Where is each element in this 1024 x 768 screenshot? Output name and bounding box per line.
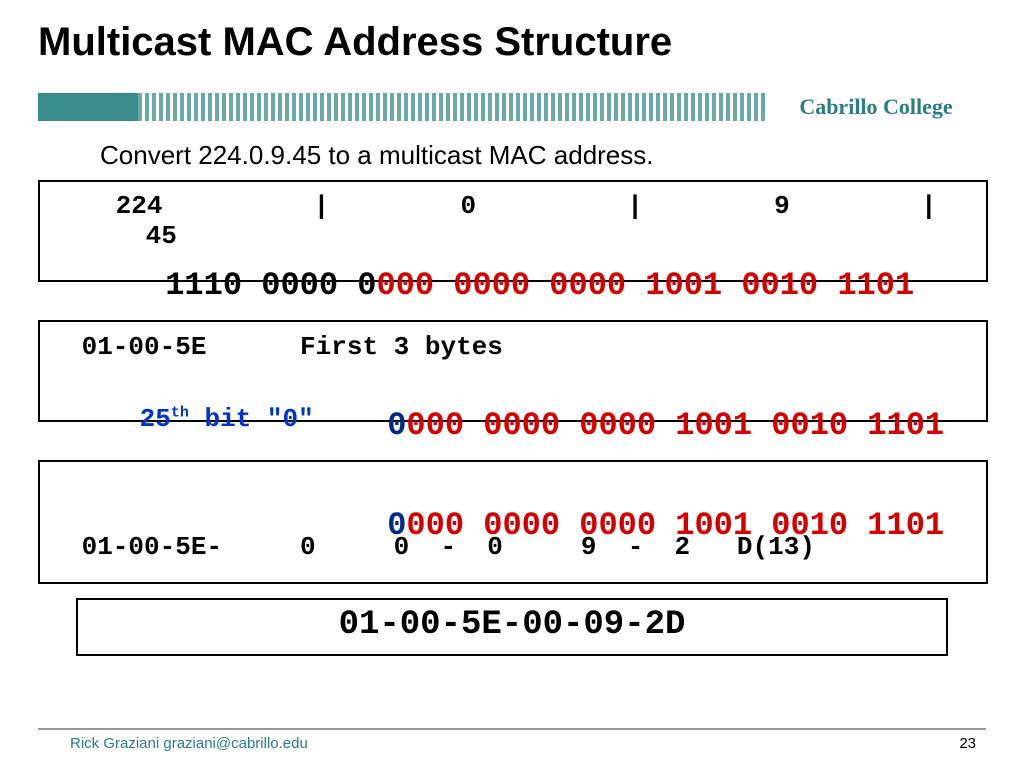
label-25: 25 [140, 404, 171, 434]
label-th: th [171, 404, 189, 421]
ip-to-binary-box: 224 | 0 | 9 | 45 1110 0000 0000 0000 000… [38, 180, 988, 282]
stripe-teal-block [38, 93, 138, 121]
binary-repeat: 0000 0000 0000 1001 0010 1101 [272, 470, 944, 581]
binary-to-hex-box: 0000 0000 0000 1001 0010 1101 01-00-5E- … [38, 460, 988, 584]
lead-bit-0: 0 [387, 407, 406, 444]
hex-breakdown-line: 01-00-5E- 0 0 - 0 9 - 2 D(13) [66, 532, 815, 562]
ip-sep3: | [921, 191, 937, 221]
slide-title: Multicast MAC Address Structure [38, 20, 672, 65]
result-mac: 01-00-5E-00-09-2D [78, 600, 946, 650]
footer-divider [38, 728, 986, 730]
ip-o3: 9 [774, 191, 790, 221]
ip-sep1: | [314, 191, 330, 221]
ip-o1: 224 [116, 191, 163, 221]
footer-author: Rick Graziani graziani@cabrillo.edu [70, 735, 308, 752]
subtitle-text: Convert 224.0.9.45 to a multicast MAC ad… [100, 140, 654, 171]
bin-prefix-black: 1110 0000 0 [165, 267, 376, 304]
header-stripe: Cabrillo College [38, 93, 986, 121]
result-box: 01-00-5E-00-09-2D [76, 598, 948, 656]
footer-page-number: 23 [959, 735, 976, 752]
stripe-bars [138, 93, 766, 121]
result-main: 01-00-5E-00-09-2 [339, 606, 665, 644]
brand-label: Cabrillo College [766, 93, 986, 121]
bin-rest-red: 000 0000 0000 1001 0010 1101 [376, 267, 914, 304]
mac-prefix-box: 01-00-5E First 3 bytes 25th bit "0" 0000… [38, 320, 988, 422]
result-last: D [665, 606, 685, 644]
mac-prefix-line: 01-00-5E First 3 bytes [66, 332, 503, 362]
rest-bits-red: 000 0000 0000 1001 0010 1101 [406, 407, 944, 444]
ip-sep2: | [627, 191, 643, 221]
ip-o2: 0 [460, 191, 476, 221]
